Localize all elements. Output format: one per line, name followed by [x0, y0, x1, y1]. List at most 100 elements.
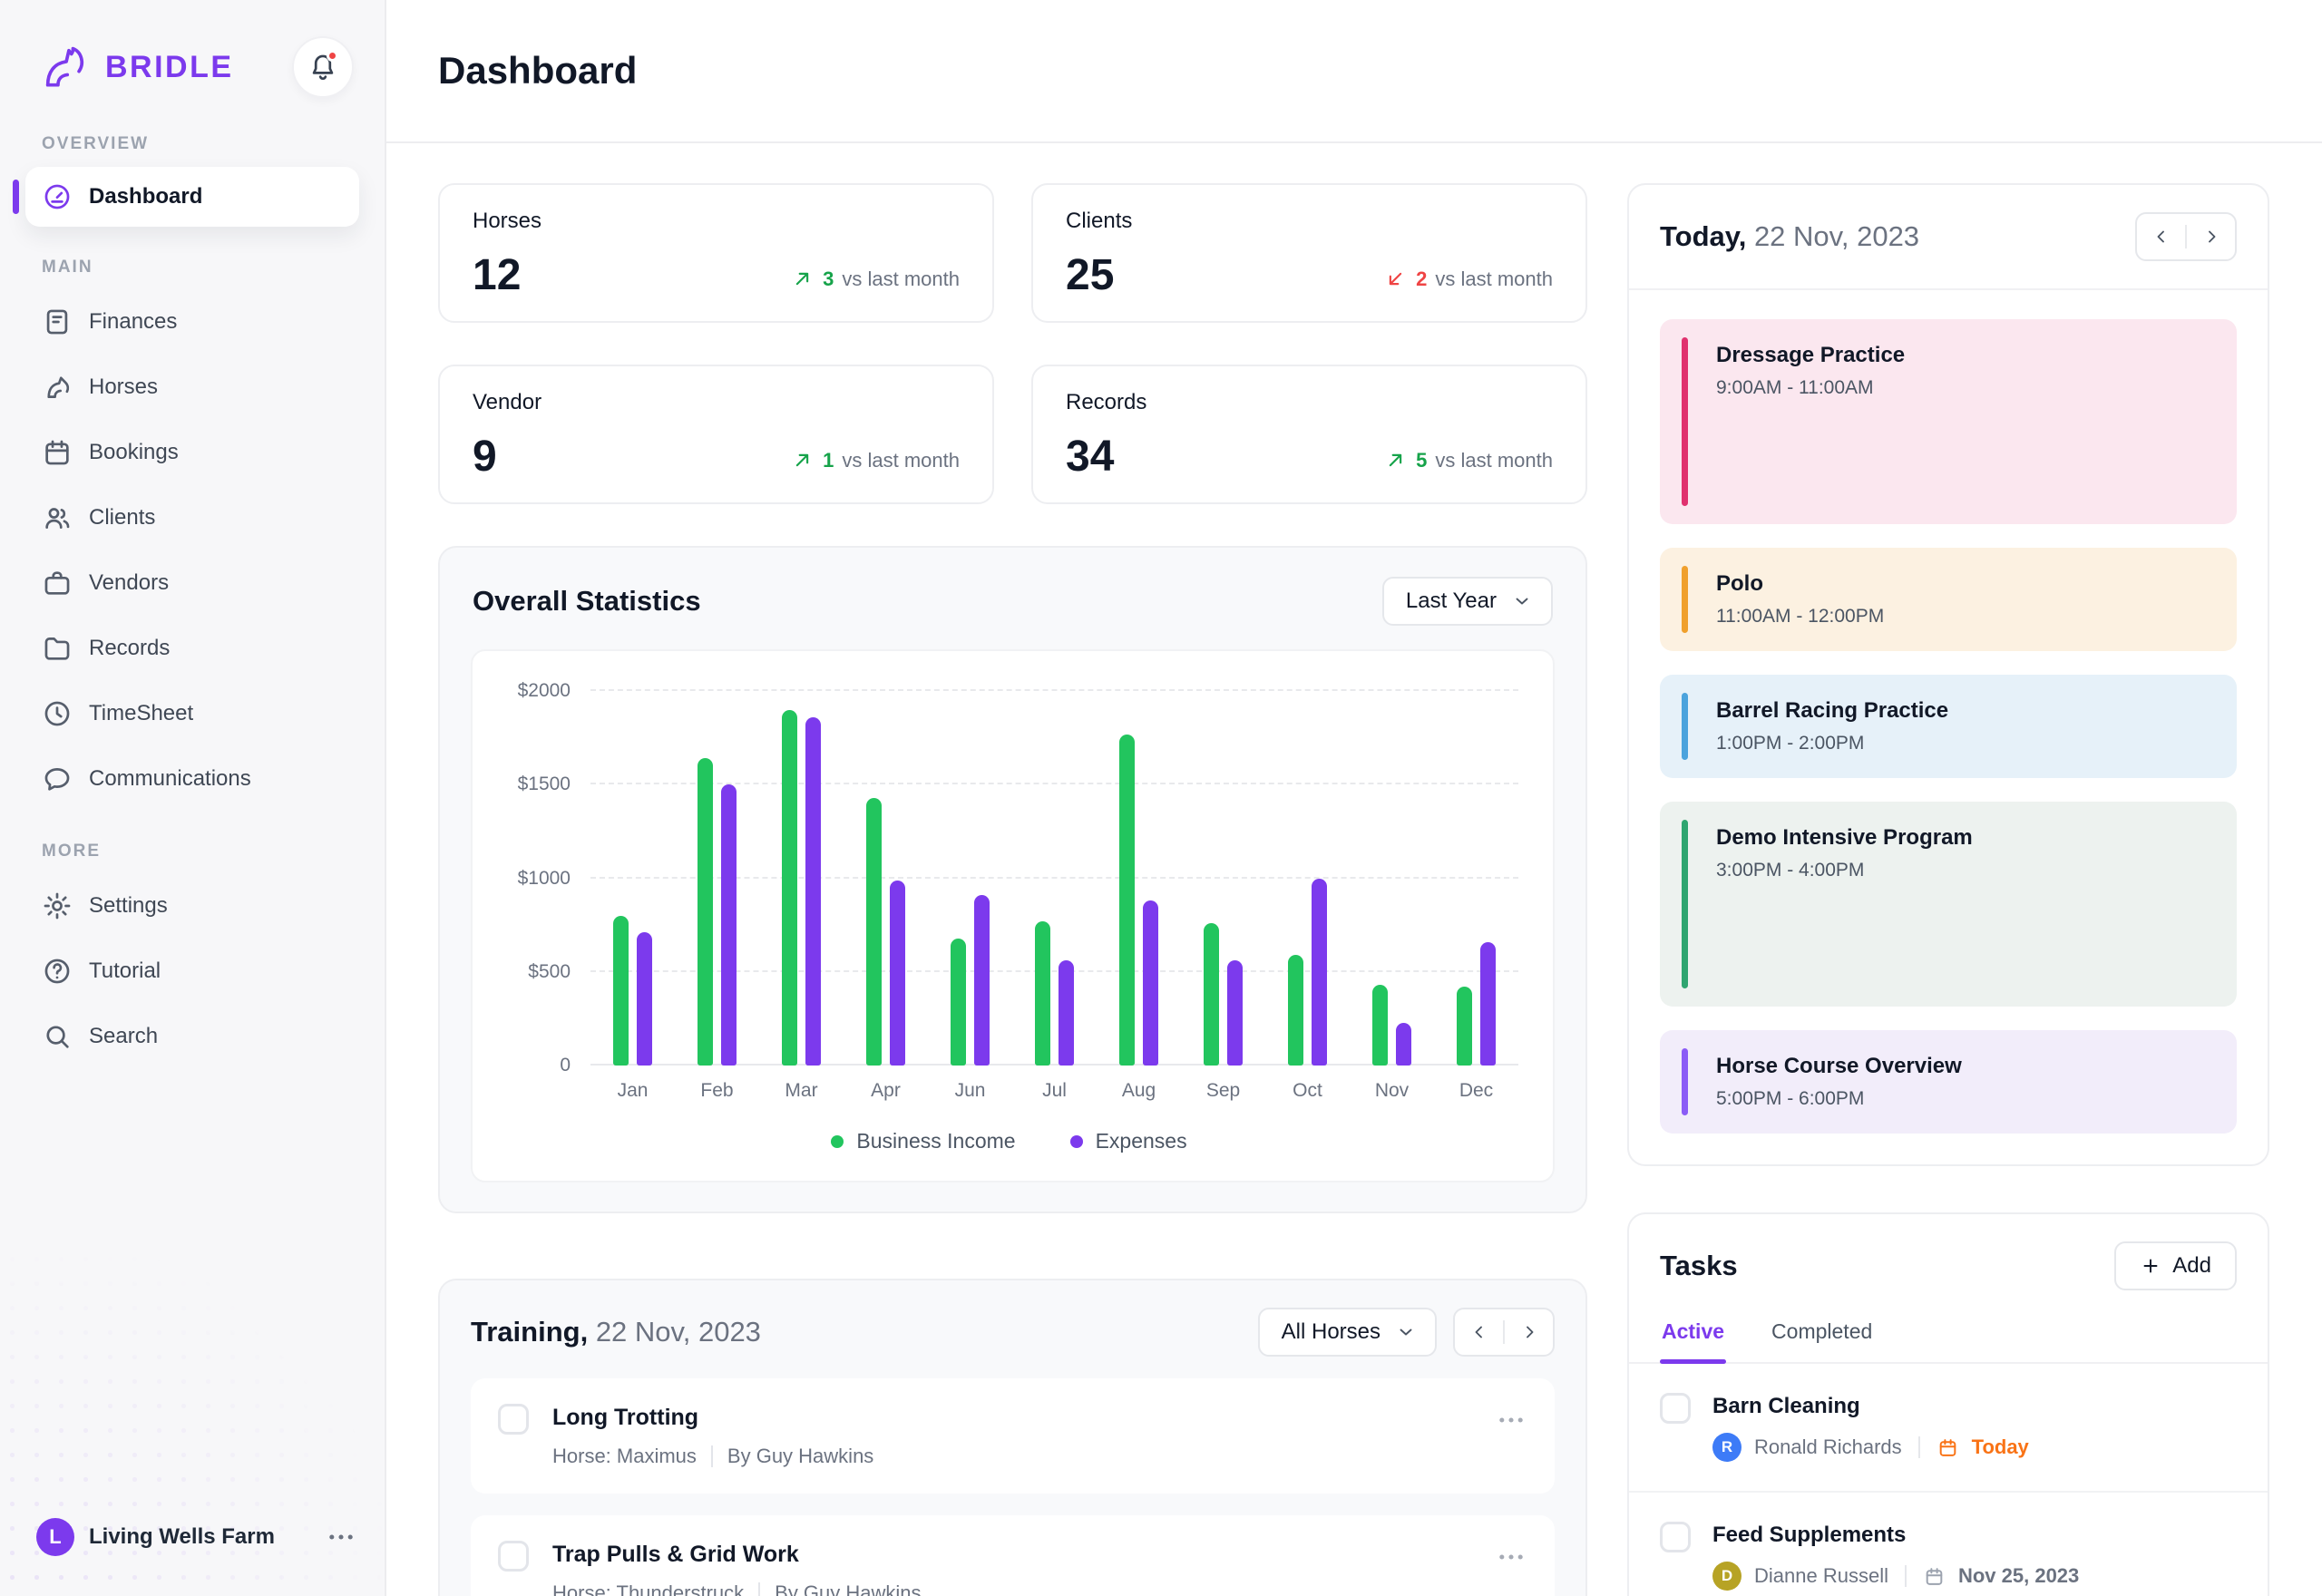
event-dressage-practice[interactable]: Dressage Practice9:00AM - 11:00AM — [1660, 319, 2237, 524]
bar-business-income-sep — [1204, 923, 1219, 1066]
sidebar-item-settings[interactable]: Settings — [25, 874, 359, 938]
task-checkbox[interactable] — [1660, 1393, 1691, 1424]
sidebar-item-label: TimeSheet — [89, 701, 193, 726]
today-date: 22 Nov, 2023 — [1754, 220, 1919, 252]
sidebar-item-bookings[interactable]: Bookings — [25, 421, 359, 484]
training-checkbox[interactable] — [498, 1541, 529, 1572]
assignee-avatar: R — [1712, 1433, 1742, 1462]
event-demo-intensive-program[interactable]: Demo Intensive Program3:00PM - 4:00PM — [1660, 802, 2237, 1007]
event-time: 3:00PM - 4:00PM — [1716, 860, 2215, 881]
sidebar-item-horses[interactable]: Horses — [25, 355, 359, 419]
stat-value: 34 — [1066, 435, 1114, 479]
sidebar-item-vendors[interactable]: Vendors — [25, 551, 359, 615]
x-tick-label: Jun — [928, 1080, 1012, 1102]
chart-group-mar — [759, 691, 844, 1066]
legend-label: Business Income — [856, 1129, 1015, 1153]
stat-delta-text: vs last month — [1435, 268, 1553, 291]
stat-delta: 1vs last month — [790, 448, 960, 479]
training-date: 22 Nov, 2023 — [596, 1316, 761, 1348]
stat-delta-value: 3 — [823, 268, 834, 291]
training-next-button[interactable] — [1505, 1309, 1553, 1355]
bar-expenses-apr — [890, 881, 905, 1066]
tab-active[interactable]: Active — [1660, 1312, 1726, 1362]
sidebar-item-search[interactable]: Search — [25, 1005, 359, 1068]
sidebar-item-records[interactable]: Records — [25, 617, 359, 680]
event-color-bar — [1682, 820, 1688, 988]
tasks-list: Barn CleaningRRonald RichardsToday Feed S… — [1629, 1364, 2268, 1596]
y-tick-label: $2000 — [500, 680, 571, 702]
legend-item-expenses: Expenses — [1070, 1129, 1187, 1153]
training-prev-button[interactable] — [1455, 1309, 1503, 1355]
training-title: Training, 22 Nov, 2023 — [471, 1316, 761, 1348]
sidebar-item-finances[interactable]: Finances — [25, 290, 359, 354]
sidebar-item-timesheet[interactable]: TimeSheet — [25, 682, 359, 745]
event-color-bar — [1682, 337, 1688, 506]
sidebar-item-dashboard[interactable]: Dashboard — [25, 167, 359, 227]
chart-group-dec — [1434, 691, 1518, 1066]
stat-value: 12 — [473, 254, 521, 297]
notifications-button[interactable] — [292, 36, 354, 98]
meta-divider — [758, 1582, 760, 1596]
tasks-card: Tasks Add ActiveCompleted Barn CleaningR… — [1627, 1212, 2269, 1596]
chart-group-apr — [844, 691, 928, 1066]
event-polo[interactable]: Polo 11:00AM - 12:00PM — [1660, 548, 2237, 651]
sidebar-item-tutorial[interactable]: Tutorial — [25, 939, 359, 1003]
stat-delta-text: vs last month — [842, 268, 960, 291]
chart-group-jul — [1012, 691, 1097, 1066]
tab-completed[interactable]: Completed — [1770, 1312, 1874, 1362]
add-task-button[interactable]: Add — [2114, 1241, 2237, 1290]
chevron-down-icon — [1511, 590, 1533, 612]
today-title: Today, 22 Nov, 2023 — [1660, 220, 1919, 253]
overall-statistics-card: Overall Statistics Last Year $2000$1500$… — [438, 546, 1587, 1213]
x-tick-label: Sep — [1181, 1080, 1265, 1102]
stat-card-vendor: Vendor91vs last month — [438, 365, 994, 504]
arrow-down-left-icon — [1383, 267, 1408, 291]
training-checkbox[interactable] — [498, 1404, 529, 1435]
chart-title: Overall Statistics — [473, 585, 701, 618]
task-title: Feed Supplements — [1712, 1523, 2237, 1548]
chevron-right-icon — [1518, 1321, 1540, 1343]
today-next-button[interactable] — [2187, 214, 2235, 259]
stat-value: 25 — [1066, 254, 1114, 297]
event-time: 11:00AM - 12:00PM — [1716, 606, 2215, 628]
sidebar-item-label: Bookings — [89, 440, 179, 465]
event-horse-course-overview[interactable]: Horse Course Overview5:00PM - 6:00PM — [1660, 1030, 2237, 1134]
nav-section-label-main: MAIN — [42, 258, 359, 277]
task-meta: DDianne RussellNov 25, 2023 — [1712, 1562, 2237, 1591]
stat-delta-value: 5 — [1416, 449, 1427, 472]
sidebar-item-label: Vendors — [89, 570, 169, 596]
stat-delta: 3 vs last month — [790, 267, 960, 297]
calendar-icon — [1923, 1565, 1946, 1588]
plus-icon — [2140, 1255, 2161, 1277]
stat-label: Vendor — [473, 390, 960, 415]
stat-card-records: Records345vs last month — [1031, 365, 1587, 504]
bar-business-income-feb — [698, 758, 713, 1066]
content: Horses123vs last monthClients252vs last … — [386, 143, 2322, 1596]
farm-avatar: L — [36, 1518, 74, 1556]
x-tick-label: Mar — [759, 1080, 844, 1102]
communications-icon — [42, 764, 73, 794]
chevron-left-icon — [2151, 226, 2172, 248]
sidebar-item-communications[interactable]: Communications — [25, 747, 359, 811]
bar-expenses-mar — [805, 717, 821, 1066]
today-prev-button[interactable] — [2137, 214, 2185, 259]
event-barrel-racing-practice[interactable]: Barrel Racing Practice1:00PM - 2:00PM — [1660, 675, 2237, 778]
bar-business-income-jun — [951, 939, 966, 1066]
sidebar-item-clients[interactable]: Clients — [25, 486, 359, 550]
training-horse-filter[interactable]: All Horses — [1258, 1308, 1437, 1357]
training-item-menu-button[interactable] — [1495, 1404, 1527, 1436]
bar-business-income-aug — [1119, 735, 1135, 1066]
task-barn-cleaning: Barn CleaningRRonald RichardsToday — [1629, 1364, 2268, 1491]
sidebar-item-label: Dashboard — [89, 184, 202, 209]
event-title: Polo — [1716, 571, 2215, 597]
farm-menu-button[interactable] — [325, 1521, 357, 1553]
training-item-menu-button[interactable] — [1495, 1541, 1527, 1573]
today-pager — [2135, 212, 2237, 261]
task-checkbox[interactable] — [1660, 1522, 1691, 1552]
sidebar-item-label: Communications — [89, 766, 251, 792]
stat-delta-text: vs last month — [842, 449, 960, 472]
sidebar-item-label: Records — [89, 636, 170, 661]
stat-delta-value: 2 — [1416, 268, 1427, 291]
calendar-icon — [1937, 1436, 1959, 1459]
chart-range-select[interactable]: Last Year — [1382, 577, 1553, 626]
